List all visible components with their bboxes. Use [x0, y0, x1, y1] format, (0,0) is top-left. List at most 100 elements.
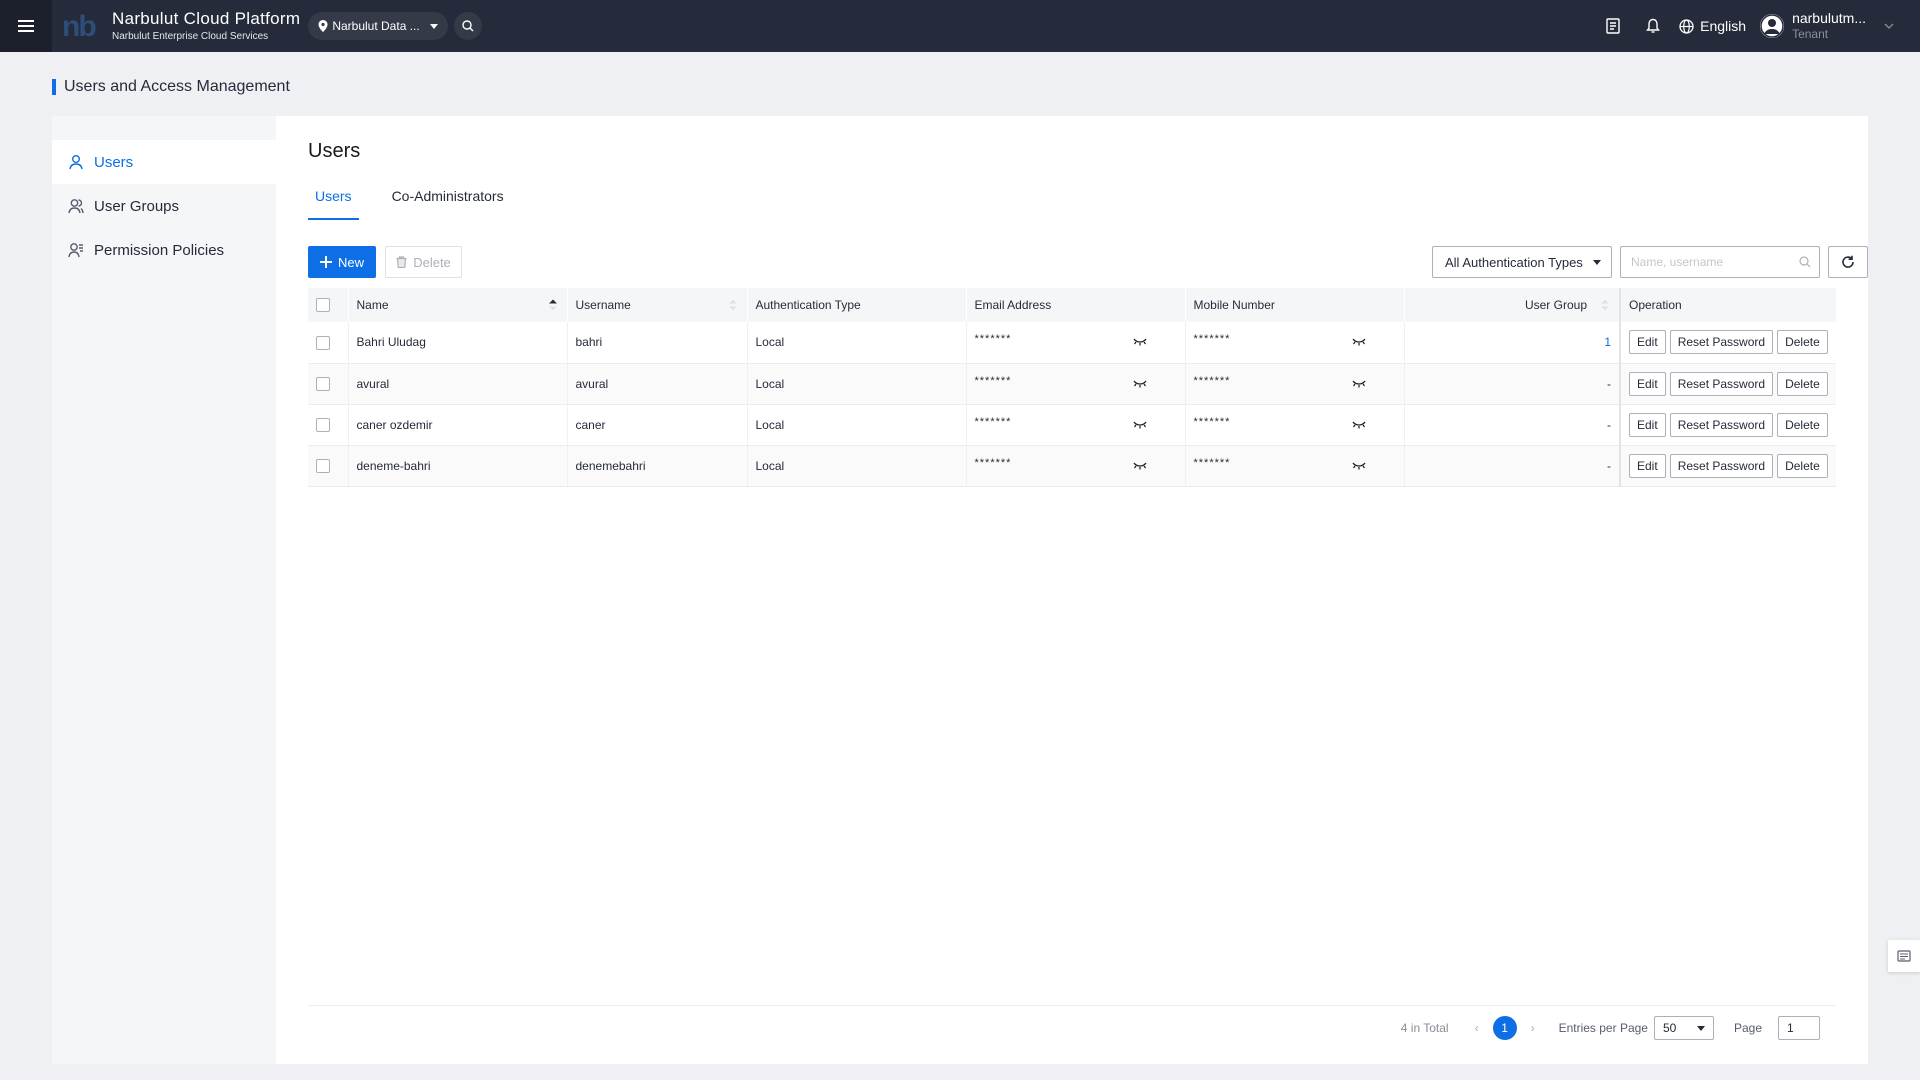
delete-button[interactable]: Delete: [1777, 330, 1828, 355]
row-checkbox[interactable]: [316, 458, 330, 473]
eye-closed-icon[interactable]: [1351, 421, 1366, 429]
table-row: avural avural Local ******* ******* - Ed…: [308, 363, 1836, 405]
row-checkbox[interactable]: [316, 335, 330, 350]
feedback-button[interactable]: [1888, 940, 1920, 972]
mobile-cell: *******: [1184, 404, 1404, 446]
orders-button[interactable]: [1593, 0, 1633, 52]
sidebar-item-label: Permission Policies: [94, 241, 225, 259]
eye-closed-icon[interactable]: [1351, 338, 1366, 346]
reset-password-button[interactable]: Reset Password: [1669, 371, 1774, 396]
eye-closed-icon[interactable]: [1132, 421, 1147, 429]
eye-closed-icon[interactable]: [1132, 338, 1147, 346]
refresh-button[interactable]: [1828, 246, 1868, 278]
sort-icon[interactable]: [1601, 299, 1609, 311]
username-cell: denemebahri: [566, 445, 747, 487]
name-cell: deneme-bahri: [347, 445, 567, 487]
tab-users[interactable]: Users: [308, 188, 359, 220]
row-select-cell: [308, 363, 348, 405]
sidebar: Users User Groups Permission Policies: [52, 116, 276, 1064]
refresh-icon: [1842, 255, 1854, 268]
caret-down-icon: [429, 23, 438, 29]
reset-password-button[interactable]: Reset Password: [1669, 330, 1774, 355]
entries-per-page-label: Entries per Page: [1558, 1021, 1648, 1035]
edit-button[interactable]: Edit: [1629, 371, 1666, 396]
sort-icon[interactable]: [728, 299, 737, 311]
sidebar-item-users[interactable]: Users: [52, 140, 276, 184]
auth-type-cell: Local: [746, 322, 966, 364]
name-cell: avural: [347, 363, 567, 405]
user-menu[interactable]: narbulutm... Tenant: [1760, 10, 1920, 41]
username-cell: caner: [566, 404, 747, 446]
title-accent-bar: [52, 79, 56, 95]
delete-users-button[interactable]: Delete: [385, 246, 462, 278]
chevron-right-icon[interactable]: ›: [1523, 1021, 1543, 1035]
delete-button[interactable]: Delete: [1777, 412, 1828, 437]
page-input[interactable]: 1: [1778, 1016, 1820, 1040]
hamburger-menu-button[interactable]: [0, 0, 52, 52]
document-list-icon: [1606, 18, 1620, 34]
tab-co-administrators[interactable]: Co-Administrators: [385, 188, 511, 220]
entries-value: 50: [1662, 1021, 1677, 1035]
toolbar: New Delete All Authentication Types: [308, 246, 1868, 278]
user-group-count: -: [1607, 376, 1611, 391]
page-title: Users and Access Management: [52, 78, 290, 96]
language-selector[interactable]: English: [1673, 18, 1760, 34]
operation-cell: Edit Reset Password Delete: [1619, 363, 1836, 405]
new-button-label: New: [337, 254, 364, 270]
search-input[interactable]: [1631, 255, 1799, 269]
sort-ascending-icon[interactable]: [548, 299, 557, 311]
column-header-user-group[interactable]: User Group: [1403, 288, 1620, 322]
brand: Narbulut Cloud Platform Narbulut Enterpr…: [112, 9, 300, 41]
eye-closed-icon[interactable]: [1351, 462, 1366, 470]
eye-closed-icon[interactable]: [1132, 380, 1147, 388]
chevron-left-icon[interactable]: ‹: [1467, 1021, 1487, 1035]
notifications-button[interactable]: [1633, 0, 1673, 52]
sidebar-item-permission-policies[interactable]: Permission Policies: [52, 228, 276, 272]
delete-button[interactable]: Delete: [1777, 453, 1828, 478]
column-header-email: Email Address: [965, 288, 1185, 322]
edit-button[interactable]: Edit: [1629, 330, 1666, 355]
eye-closed-icon[interactable]: [1351, 380, 1366, 388]
auth-type-cell: Local: [746, 445, 966, 487]
authentication-type-select[interactable]: All Authentication Types: [1432, 246, 1612, 278]
svg-text:nb: nb: [62, 12, 96, 40]
entries-per-page-select[interactable]: 50: [1653, 1016, 1714, 1040]
reset-password-button[interactable]: Reset Password: [1669, 453, 1774, 478]
search-icon[interactable]: [1799, 256, 1811, 268]
email-cell: *******: [965, 363, 1185, 405]
narbulut-logo[interactable]: nb: [62, 10, 106, 42]
column-label: User Group: [1524, 298, 1587, 312]
row-select-cell: [308, 445, 348, 487]
pagination: 4 in Total ‹ 1 › Entries per Page 50 Pag…: [1401, 1014, 1820, 1042]
reset-password-button[interactable]: Reset Password: [1669, 412, 1774, 437]
page-number-button[interactable]: 1: [1492, 1016, 1517, 1040]
row-checkbox[interactable]: [316, 376, 330, 391]
delete-button[interactable]: Delete: [1777, 371, 1828, 396]
row-select-cell: [308, 404, 348, 446]
user-group-cell: -: [1403, 404, 1620, 446]
column-header-name[interactable]: Name: [347, 288, 567, 322]
masked-mobile: *******: [1193, 415, 1231, 428]
user-search-box: [1620, 246, 1820, 278]
column-label: Name: [356, 298, 389, 312]
new-user-button[interactable]: New: [308, 246, 376, 278]
user-group-cell: 1: [1403, 322, 1620, 364]
eye-closed-icon[interactable]: [1132, 462, 1147, 470]
global-search-button[interactable]: [453, 12, 482, 40]
region-selector[interactable]: Narbulut Data ...: [308, 12, 448, 40]
edit-button[interactable]: Edit: [1629, 412, 1666, 437]
select-all-header: [308, 288, 348, 322]
delete-button-label: Delete: [413, 254, 451, 270]
column-header-username[interactable]: Username: [566, 288, 747, 322]
auth-type-value: All Authentication Types: [1445, 254, 1583, 270]
table-row: caner ozdemir caner Local ******* ******…: [308, 404, 1836, 446]
permission-policy-icon: [68, 243, 83, 258]
edit-button[interactable]: Edit: [1629, 453, 1666, 478]
sidebar-item-user-groups[interactable]: User Groups: [52, 184, 276, 228]
row-checkbox[interactable]: [316, 417, 330, 432]
masked-mobile: *******: [1193, 374, 1231, 387]
user-group-count[interactable]: 1: [1604, 335, 1611, 349]
bell-icon: [1646, 18, 1661, 33]
email-cell: *******: [965, 404, 1185, 446]
select-all-checkbox[interactable]: [316, 298, 330, 313]
